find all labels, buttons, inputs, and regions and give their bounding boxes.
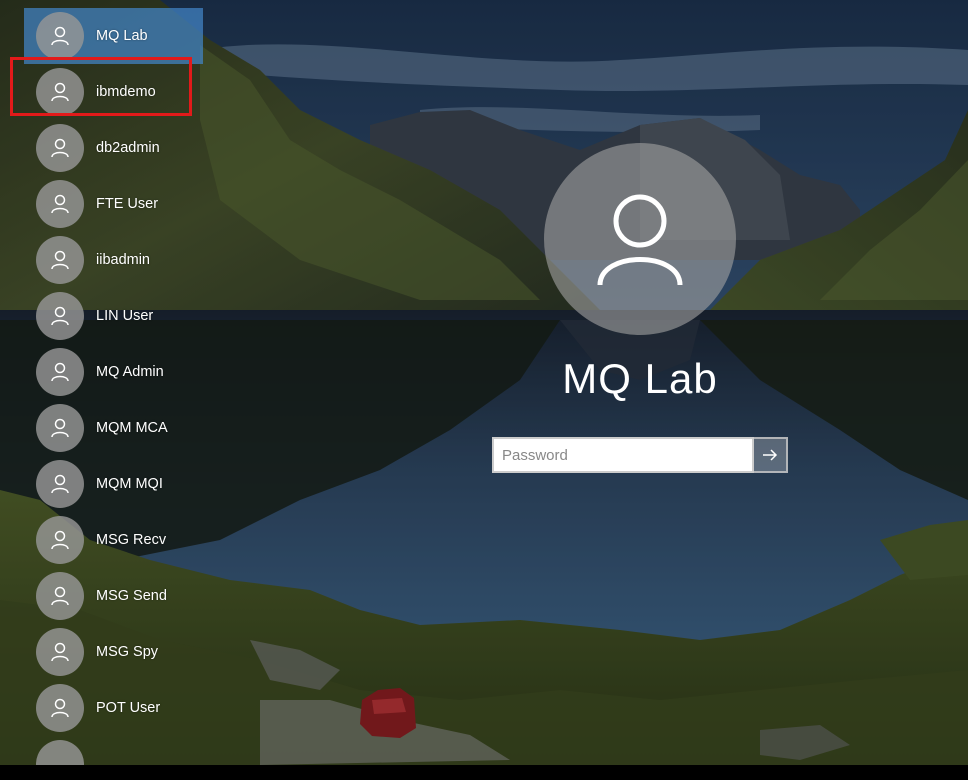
user-icon (36, 460, 84, 508)
user-name: db2admin (96, 140, 160, 156)
user-name: LIN User (96, 308, 154, 324)
user-item-fte-user[interactable]: FTE User (24, 176, 204, 232)
user-icon (36, 348, 84, 396)
user-icon (36, 236, 84, 284)
user-item-msg-recv[interactable]: MSG Recv (24, 512, 204, 568)
user-item-msg-spy[interactable]: MSG Spy (24, 624, 204, 680)
user-name: iibadmin (96, 252, 150, 268)
user-name: FTE User (96, 196, 159, 212)
bottom-strip (0, 765, 968, 780)
user-item-db2admin[interactable]: db2admin (24, 120, 204, 176)
user-item-mq-lab[interactable]: MQ Lab (24, 8, 203, 64)
user-icon (36, 180, 84, 228)
user-icon (36, 684, 84, 732)
user-icon (36, 628, 84, 676)
user-item-pot-user[interactable]: POT User (24, 680, 204, 736)
user-icon (36, 68, 84, 116)
user-name: MSG Spy (96, 644, 159, 660)
user-name: ibmdemo (96, 84, 156, 100)
arrow-right-icon (763, 449, 778, 461)
password-input[interactable] (492, 437, 754, 473)
user-name: MSG Recv (96, 532, 167, 548)
user-icon (36, 572, 84, 620)
user-icon (36, 124, 84, 172)
user-icon (36, 12, 84, 60)
user-item-ibmdemo[interactable]: ibmdemo (24, 64, 204, 120)
user-item-lin-user[interactable]: LIN User (24, 288, 204, 344)
user-item-mqm-mca[interactable]: MQM MCA (24, 400, 204, 456)
user-name: MQ Admin (96, 364, 164, 380)
user-item-partial[interactable] (36, 740, 84, 765)
user-name: MQM MCA (96, 420, 168, 436)
user-item-mq-admin[interactable]: MQ Admin (24, 344, 204, 400)
user-name: MQM MQI (96, 476, 163, 492)
user-icon (36, 516, 84, 564)
user-icon (36, 404, 84, 452)
login-username: MQ Lab (562, 355, 718, 402)
password-box (492, 437, 788, 473)
user-item-iibadmin[interactable]: iibadmin (24, 232, 204, 288)
submit-button[interactable] (754, 437, 788, 473)
user-name: MQ Lab (96, 28, 148, 44)
large-user-icon (544, 143, 736, 335)
user-name: POT User (96, 700, 161, 716)
user-name: MSG Send (96, 588, 167, 604)
user-list: MQ Lab ibmdemo db2admin FTE User iibadmi… (24, 8, 204, 736)
user-item-mqm-mqi[interactable]: MQM MQI (24, 456, 204, 512)
user-item-msg-send[interactable]: MSG Send (24, 568, 204, 624)
user-icon (36, 292, 84, 340)
user-icon (36, 740, 84, 765)
